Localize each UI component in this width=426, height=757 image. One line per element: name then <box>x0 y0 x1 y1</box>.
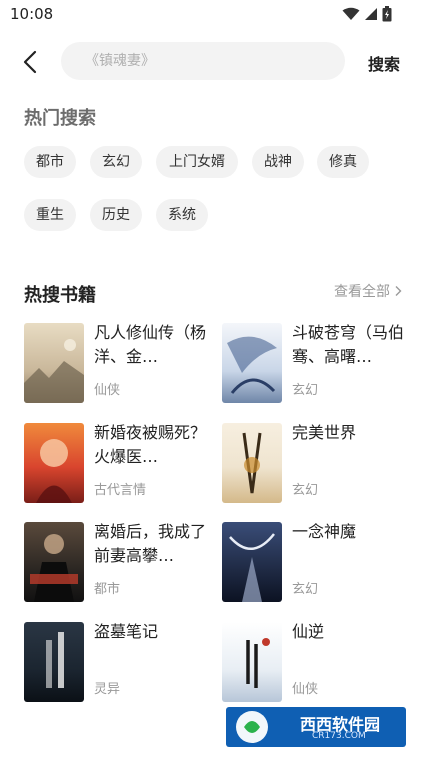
book-item[interactable]: 一念神魔 玄幻 <box>222 522 412 604</box>
book-cover <box>222 323 282 403</box>
book-title: 凡人修仙传（杨洋、金… <box>94 323 206 366</box>
search-button[interactable]: 搜索 <box>368 51 400 75</box>
cover-art <box>246 638 270 688</box>
book-genre: 玄幻 <box>292 582 319 597</box>
book-cover <box>24 622 84 702</box>
tag-shangmen-nvxu[interactable]: 上门女婿 <box>156 146 238 178</box>
tag-dushi[interactable]: 都市 <box>24 146 76 178</box>
book-title: 斗破苍穹（马伯骞、高曙… <box>292 323 404 366</box>
book-genre: 古代言情 <box>94 483 147 498</box>
book-cover <box>24 423 84 503</box>
cover-art <box>46 632 64 688</box>
book-item[interactable]: 新婚夜被赐死？火爆医… 古代言情 <box>24 423 214 505</box>
book-title: 仙逆 <box>292 622 325 641</box>
book-cover <box>24 323 84 403</box>
signal-icon <box>365 8 377 20</box>
status-icons <box>342 6 392 22</box>
tag-xitong[interactable]: 系统 <box>156 199 208 231</box>
book-item[interactable]: 凡人修仙传（杨洋、金… 仙侠 <box>24 323 214 405</box>
see-all-link[interactable]: 查看全部 <box>334 281 402 301</box>
book-title: 一念神魔 <box>292 522 357 541</box>
search-input[interactable] <box>83 52 345 70</box>
book-genre: 玄幻 <box>292 483 319 498</box>
watermark-logo: 西西软件园 CR173.COM <box>226 707 406 747</box>
book-title: 盗墓笔记 <box>94 622 159 641</box>
cover-art <box>30 534 78 602</box>
chevron-right-icon <box>395 286 402 296</box>
battery-charging-icon <box>382 6 392 22</box>
book-item[interactable]: 仙逆 仙侠 <box>222 622 412 704</box>
book-genre: 灵异 <box>94 682 121 697</box>
book-title: 离婚后，我成了前妻高攀… <box>94 522 206 565</box>
back-arrow-icon[interactable] <box>18 48 44 76</box>
cover-art <box>36 439 72 503</box>
watermark-emblem-icon <box>236 711 268 743</box>
see-all-label: 查看全部 <box>334 284 390 300</box>
book-genre: 玄幻 <box>292 383 319 398</box>
tag-xiuzhen[interactable]: 修真 <box>317 146 369 178</box>
book-genre: 仙侠 <box>292 682 319 697</box>
status-bar: 10:08 <box>0 0 426 30</box>
book-item[interactable]: 盗墓笔记 灵异 <box>24 622 214 704</box>
tag-zhanshen[interactable]: 战神 <box>252 146 304 178</box>
cover-art <box>227 336 277 394</box>
book-genre: 都市 <box>94 582 121 597</box>
tag-xuanhuan[interactable]: 玄幻 <box>90 146 142 178</box>
book-cover <box>222 522 282 602</box>
tag-lishi[interactable]: 历史 <box>90 199 142 231</box>
hot-books-title: 热搜书籍 <box>24 285 96 306</box>
book-cover <box>222 622 282 702</box>
cover-art <box>229 533 275 602</box>
book-title: 新婚夜被赐死？火爆医… <box>94 423 206 466</box>
cover-art <box>24 339 84 403</box>
book-item[interactable]: 完美世界 玄幻 <box>222 423 412 505</box>
wifi-icon <box>342 7 360 20</box>
watermark-subtext: CR173.COM <box>312 731 366 741</box>
book-cover <box>24 522 84 602</box>
hot-search-title: 热门搜索 <box>24 108 96 129</box>
cover-art <box>242 432 262 494</box>
search-header: 搜索 <box>0 40 426 84</box>
search-box[interactable] <box>61 42 345 80</box>
tag-chongsheng[interactable]: 重生 <box>24 199 76 231</box>
book-cover <box>222 423 282 503</box>
book-title: 完美世界 <box>292 423 357 442</box>
book-item[interactable]: 离婚后，我成了前妻高攀… 都市 <box>24 522 214 604</box>
status-time: 10:08 <box>10 5 54 23</box>
book-item[interactable]: 斗破苍穹（马伯骞、高曙… 玄幻 <box>222 323 412 405</box>
book-genre: 仙侠 <box>94 383 121 398</box>
